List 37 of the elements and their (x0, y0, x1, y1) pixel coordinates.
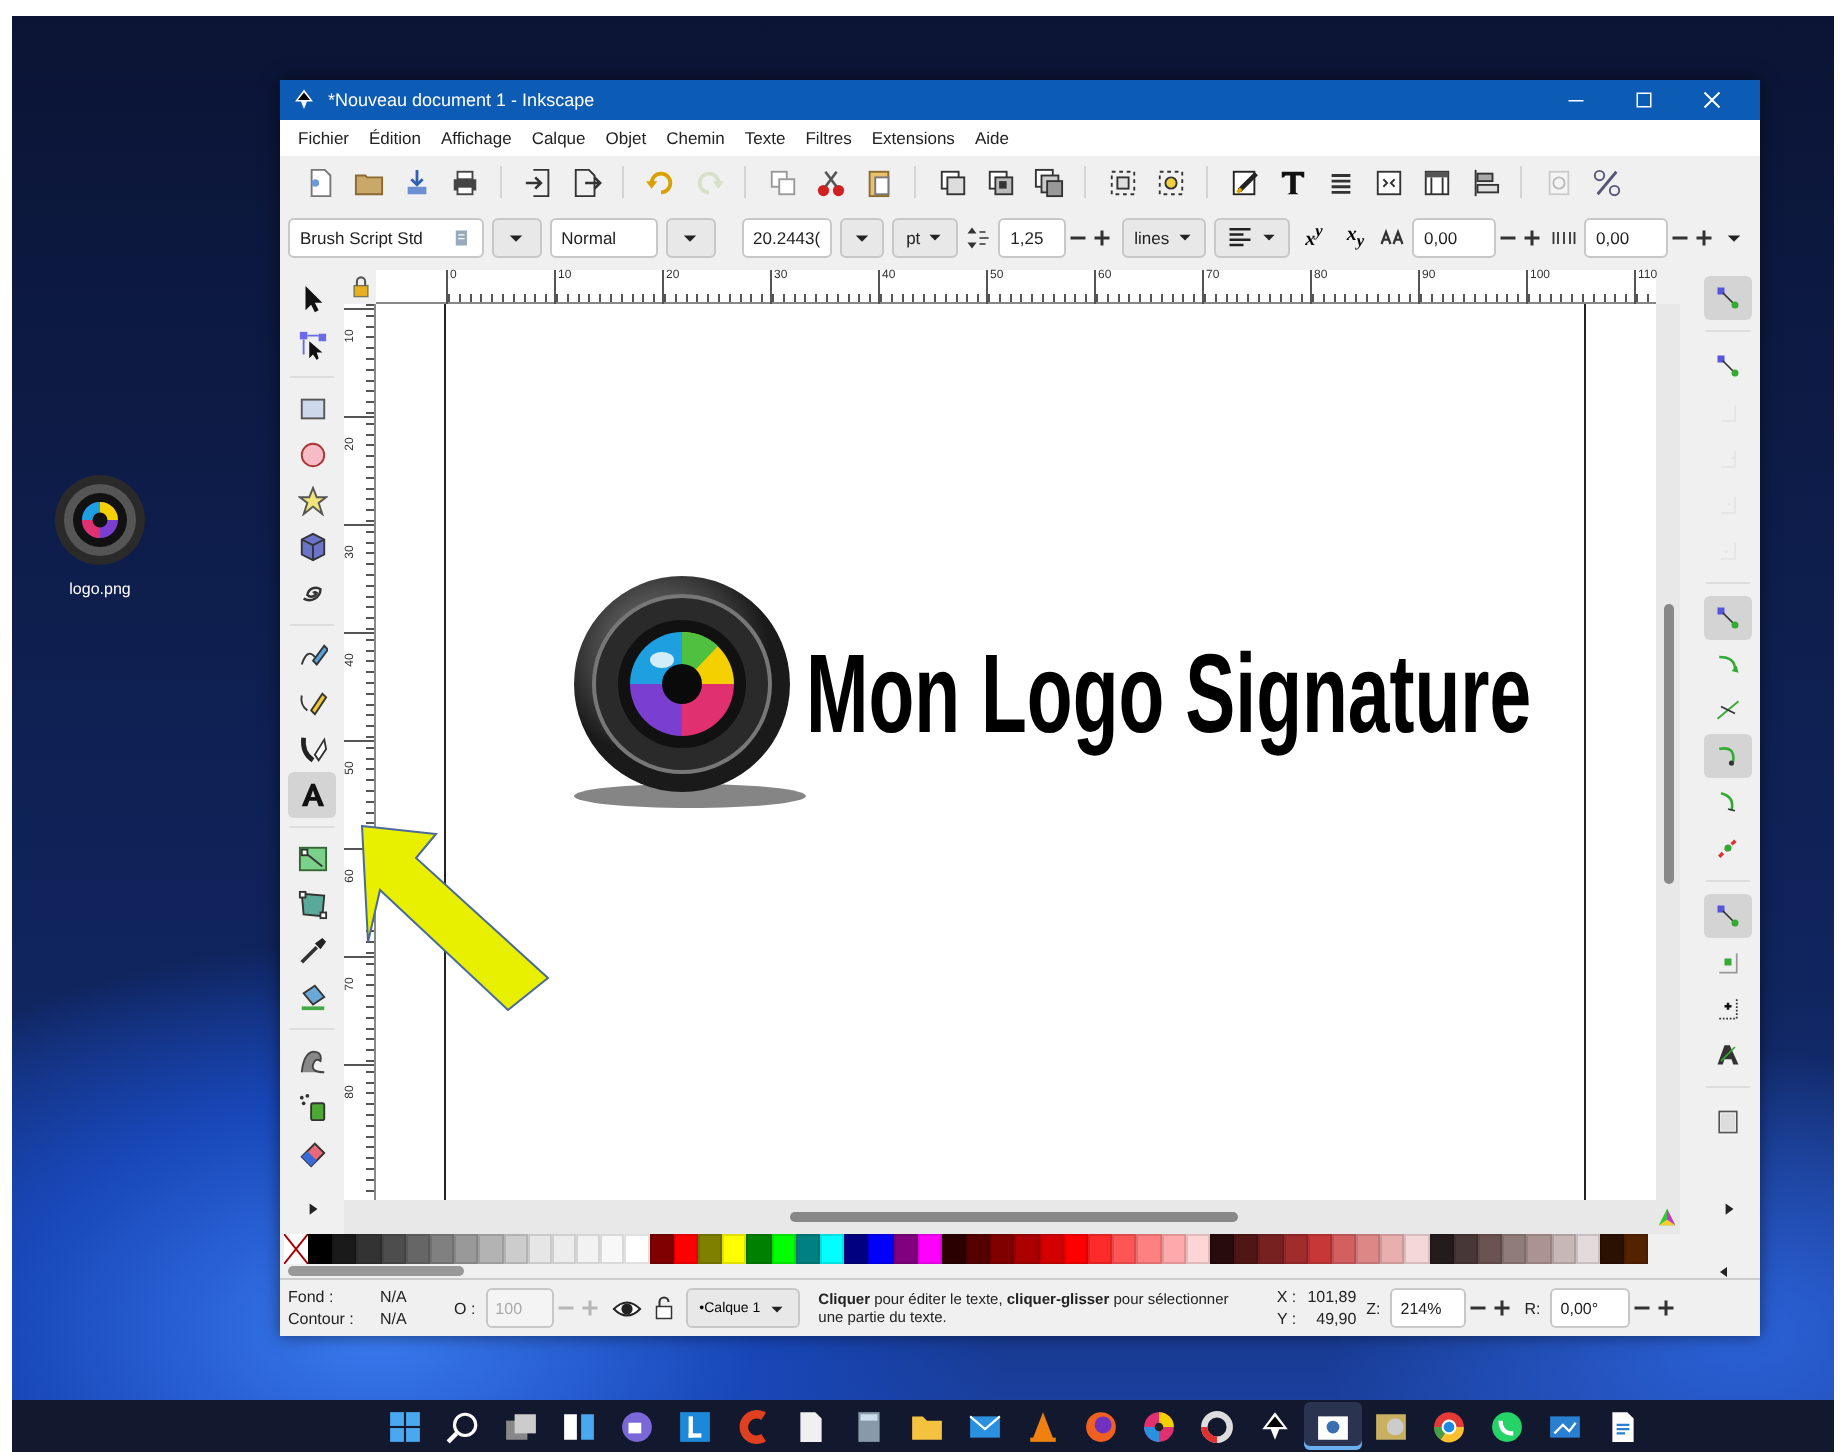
rotation-label: R: (1524, 1299, 1541, 1317)
x-label: X : (1274, 1288, 1297, 1306)
fill-value: N/A (380, 1288, 409, 1306)
menu-item[interactable]: Aide (964, 128, 1019, 148)
y-label: Y : (1275, 1310, 1297, 1328)
zoom-label: Z: (1366, 1299, 1381, 1317)
font-family-field[interactable]: Brush Script Std (288, 217, 484, 257)
word-spacing-field[interactable]: 0,00 (1412, 217, 1497, 257)
menu-item[interactable]: Extensions (861, 128, 965, 148)
stroke-label: Contour : (288, 1310, 356, 1328)
menu-item[interactable]: Calque (521, 128, 596, 148)
fill-label: Fond : (288, 1288, 336, 1306)
stroke-value: N/A (380, 1310, 409, 1328)
font-size-field[interactable]: 20.2443( (741, 217, 833, 257)
subscript-button[interactable]: x$_{y}$ (1338, 224, 1373, 250)
menu-item[interactable]: Édition (359, 128, 432, 148)
unit-dropdown[interactable]: pt (892, 217, 959, 257)
y-value: 49,90 (1314, 1310, 1357, 1328)
logo-text: Mon Logo Signature (806, 627, 1532, 757)
opacity-label: O : (454, 1299, 476, 1317)
letter-spacing-field[interactable]: 0,00 (1584, 217, 1669, 257)
zoom-field[interactable]: 214% (1390, 1288, 1467, 1328)
rotation-field[interactable]: 0,00° (1550, 1288, 1631, 1328)
menu-item[interactable]: Chemin (656, 128, 735, 148)
line-spacing-mode-dropdown[interactable]: lines (1122, 217, 1206, 257)
superscript-button[interactable]: x$^{y}$ (1297, 222, 1331, 252)
drawing-canvas[interactable]: Mon Logo Signature (376, 304, 1656, 1200)
menu-item[interactable]: Affichage (431, 128, 522, 148)
menu-item[interactable]: Objet (595, 128, 657, 148)
font-style-field[interactable]: Normal (549, 217, 658, 257)
window-title: *Nouveau document 1 - Inkscape (328, 90, 597, 110)
menu-item[interactable]: Texte (734, 128, 796, 148)
line-spacing-field[interactable]: 1,25 (998, 217, 1067, 257)
menu-item[interactable]: Fichier (288, 128, 360, 148)
file-name: logo.png (69, 580, 131, 598)
x-value: 101,89 (1305, 1288, 1357, 1306)
menu-item[interactable]: Filtres (795, 128, 862, 148)
